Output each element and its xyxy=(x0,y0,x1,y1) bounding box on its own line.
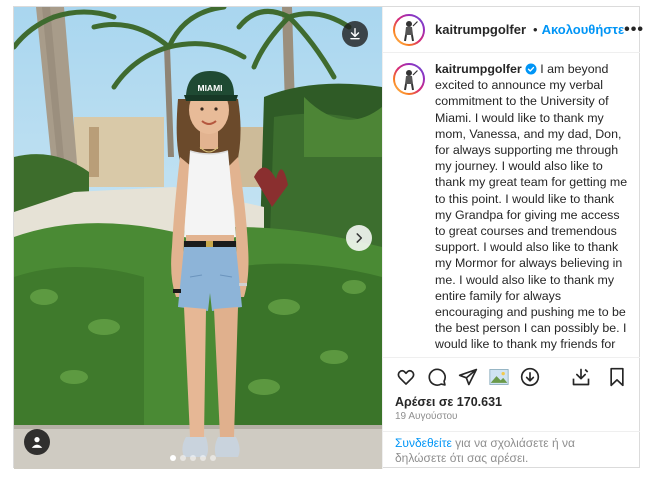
carousel-dot xyxy=(210,455,216,461)
carousel-dot xyxy=(180,455,186,461)
follow-button[interactable]: Ακολουθήστε xyxy=(542,22,625,37)
caption-area: kaitrumpgolfer I am beyond excited to an… xyxy=(393,61,632,354)
post-username[interactable]: kaitrumpgolfer xyxy=(435,22,526,37)
more-options-button[interactable]: ••• xyxy=(624,21,644,39)
image-thumb-button[interactable] xyxy=(488,366,510,388)
action-bar xyxy=(383,357,640,395)
avatar[interactable] xyxy=(393,13,425,46)
bookmark-icon xyxy=(610,367,624,386)
post-side-panel: kaitrumpgolfer • Ακολουθήστε ••• kaitrum… xyxy=(382,7,643,469)
instagram-post: MIAMI kaitrumpgolfer • Ακολουθήστε ••• k… xyxy=(13,6,643,469)
verified-icon xyxy=(525,63,537,75)
carousel-dot xyxy=(170,455,176,461)
golfer-avatar-image xyxy=(397,17,421,42)
likes-count[interactable]: Αρέσει σε 170.631 xyxy=(395,395,502,409)
golfer-avatar-image xyxy=(397,67,421,91)
caption-username[interactable]: kaitrumpgolfer xyxy=(435,62,522,76)
caption-body: I am beyond excited to announce my verba… xyxy=(435,62,628,354)
post-date: 19 Αυγούστου xyxy=(395,411,458,422)
heart-icon xyxy=(397,369,415,385)
action-bar-right xyxy=(556,366,628,388)
download-icon xyxy=(520,367,540,386)
login-link[interactable]: Συνδεθείτε xyxy=(395,436,452,450)
comment-button[interactable] xyxy=(426,366,448,388)
share-icon xyxy=(458,368,478,385)
bookmark-button[interactable] xyxy=(606,366,628,388)
carousel-dots xyxy=(170,455,216,461)
cap-text: MIAMI xyxy=(197,83,222,93)
download-icon xyxy=(350,28,360,40)
download-button[interactable] xyxy=(519,366,541,388)
login-prompt: Συνδεθείτε για να σχολιάσετε ή να δηλώσε… xyxy=(383,431,640,466)
post-header: kaitrumpgolfer • Ακολουθήστε ••• xyxy=(383,7,643,53)
photo-scene: MIAMI xyxy=(14,7,382,469)
carousel-dot xyxy=(200,455,206,461)
comment-icon xyxy=(428,367,446,386)
save-download-icon xyxy=(572,368,590,385)
next-photo-button[interactable] xyxy=(346,225,372,251)
caption-avatar[interactable] xyxy=(393,63,425,95)
user-tag-icon xyxy=(31,437,43,448)
share-button[interactable] xyxy=(457,366,479,388)
chevron-right-icon xyxy=(356,233,363,243)
carousel-dot xyxy=(190,455,196,461)
image-thumb-icon xyxy=(489,368,509,385)
save-download-button[interactable] xyxy=(570,366,592,388)
like-button[interactable] xyxy=(395,366,417,388)
tagged-users-button[interactable] xyxy=(24,429,50,455)
photo-download-button[interactable] xyxy=(342,21,368,47)
post-photo[interactable]: MIAMI xyxy=(14,7,382,469)
caption-text: kaitrumpgolfer I am beyond excited to an… xyxy=(435,61,632,354)
header-separator: • xyxy=(533,22,538,37)
